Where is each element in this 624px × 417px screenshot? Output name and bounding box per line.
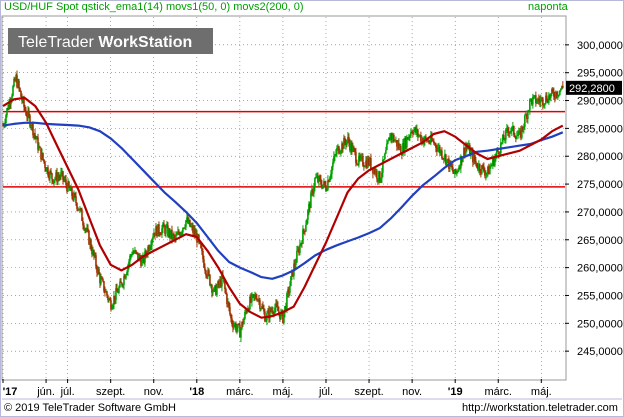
x-tick-label: jún. xyxy=(36,386,55,398)
x-tick-label: nov. xyxy=(144,386,164,398)
candle-body xyxy=(524,115,526,127)
candle-body xyxy=(387,140,389,144)
y-tick-label: 270,0000 xyxy=(577,207,623,219)
candle-body xyxy=(75,196,77,204)
y-tick-label: 295,0000 xyxy=(577,68,623,80)
candle-body xyxy=(314,178,316,188)
x-tick-label: márc. xyxy=(484,386,512,398)
candle-body xyxy=(208,270,210,275)
candle-body xyxy=(386,143,388,151)
candle-body xyxy=(475,160,477,163)
candle-body xyxy=(39,146,41,148)
candle-body xyxy=(18,80,20,88)
interval-label[interactable]: naponta xyxy=(528,1,568,13)
y-tick-label: 290,0000 xyxy=(577,96,623,108)
y-tick-label: 300,0000 xyxy=(577,40,623,52)
candle-body xyxy=(527,111,529,120)
x-tick-label: '19 xyxy=(448,386,463,398)
x-tick-label: júl. xyxy=(318,386,333,398)
chart-title: USD/HUF Spot qstick_ema1(14) movs1(50, 0… xyxy=(4,1,304,13)
candle-body xyxy=(125,274,127,279)
candle-body xyxy=(259,300,261,309)
last-price-tag: 292,2800 xyxy=(566,80,622,95)
chart-frame: TeleTrader WorkStation 245,0000 250,0000 2… xyxy=(0,0,624,417)
y-tick-label: 255,0000 xyxy=(577,290,623,302)
y-tick-label: 275,0000 xyxy=(577,179,623,191)
candle-body xyxy=(158,224,160,234)
x-tick-label: '17 xyxy=(3,386,18,398)
x-tick-label: máj. xyxy=(273,386,294,398)
x-tick-label: szept. xyxy=(96,386,125,398)
y-tick-label: 280,0000 xyxy=(577,151,623,163)
candle-body xyxy=(42,152,44,160)
candle-body xyxy=(229,306,231,315)
candle-body xyxy=(516,135,518,139)
candle-body xyxy=(12,86,14,96)
candle-body xyxy=(385,150,387,154)
candle-body xyxy=(102,279,104,282)
watermark-text: TeleTrader WorkStation xyxy=(18,34,192,51)
candle-body xyxy=(305,224,307,232)
x-tick-label: szept. xyxy=(354,386,383,398)
candle-body xyxy=(441,150,443,158)
y-tick-label: 285,0000 xyxy=(577,123,623,135)
x-tick-label: '18 xyxy=(189,386,204,398)
candle-body xyxy=(216,286,218,295)
candle-body xyxy=(118,287,120,293)
plot-area xyxy=(1,15,567,381)
candle-body xyxy=(296,250,298,263)
candle-body xyxy=(562,85,564,88)
x-tick-label: máj. xyxy=(531,386,552,398)
x-tick-label: márc. xyxy=(226,386,254,398)
x-tick-label: júl. xyxy=(60,386,75,398)
candle-body xyxy=(51,173,53,180)
y-tick-label: 250,0000 xyxy=(577,318,623,330)
copyright-text: © 2019 TeleTrader Software GmbH xyxy=(4,402,176,414)
x-tick-label: nov. xyxy=(402,386,422,398)
candle-body xyxy=(289,286,291,293)
candle-body xyxy=(44,162,46,168)
last-price-label: 292,2800 xyxy=(569,83,615,95)
y-tick-label: 265,0000 xyxy=(577,235,623,247)
candle-body xyxy=(370,158,372,169)
footer-link[interactable]: http://workstation.teletrader.com xyxy=(462,402,618,414)
y-tick-label: 245,0000 xyxy=(577,346,623,358)
candle-body xyxy=(376,170,378,179)
y-tick-label: 260,0000 xyxy=(577,263,623,275)
candle-body xyxy=(384,153,386,160)
